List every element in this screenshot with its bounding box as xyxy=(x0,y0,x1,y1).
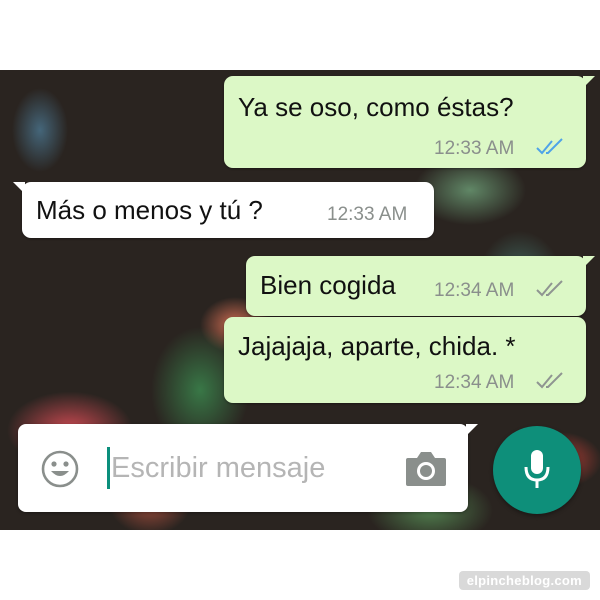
message-text: Ya se oso, como éstas? xyxy=(238,92,514,122)
message-text: Bien cogida xyxy=(260,270,396,300)
message-input[interactable] xyxy=(111,442,391,494)
voice-record-button[interactable] xyxy=(493,426,581,514)
watermark: elpincheblog.com xyxy=(458,571,590,590)
message-time: 12:34 AM xyxy=(434,280,515,301)
message-bubble-outgoing[interactable]: Ya se oso, como éstas? 12:33 AM xyxy=(224,76,595,168)
message-bubble-incoming[interactable]: Más o menos y tú ? 12:33 AM xyxy=(13,182,434,238)
emoji-icon[interactable] xyxy=(40,449,80,489)
delivered-double-check-icon xyxy=(536,280,563,297)
microphone-icon xyxy=(524,450,550,488)
message-time: 12:34 AM xyxy=(434,372,515,393)
text-cursor xyxy=(107,447,110,489)
read-double-check-icon xyxy=(536,138,563,155)
message-text: Más o menos y tú ? xyxy=(36,195,263,225)
message-time: 12:33 AM xyxy=(434,138,515,159)
message-time: 12:33 AM xyxy=(327,204,408,225)
message-bubble-outgoing[interactable]: Bien cogida 12:34 AM xyxy=(246,256,595,316)
camera-icon[interactable] xyxy=(404,450,448,488)
message-bubble-outgoing[interactable]: Jajajaja, aparte, chida. * 12:34 AM xyxy=(224,317,586,403)
message-text: Jajajaja, aparte, chida. * xyxy=(238,331,516,361)
message-composer xyxy=(18,424,478,512)
delivered-double-check-icon xyxy=(536,372,563,389)
